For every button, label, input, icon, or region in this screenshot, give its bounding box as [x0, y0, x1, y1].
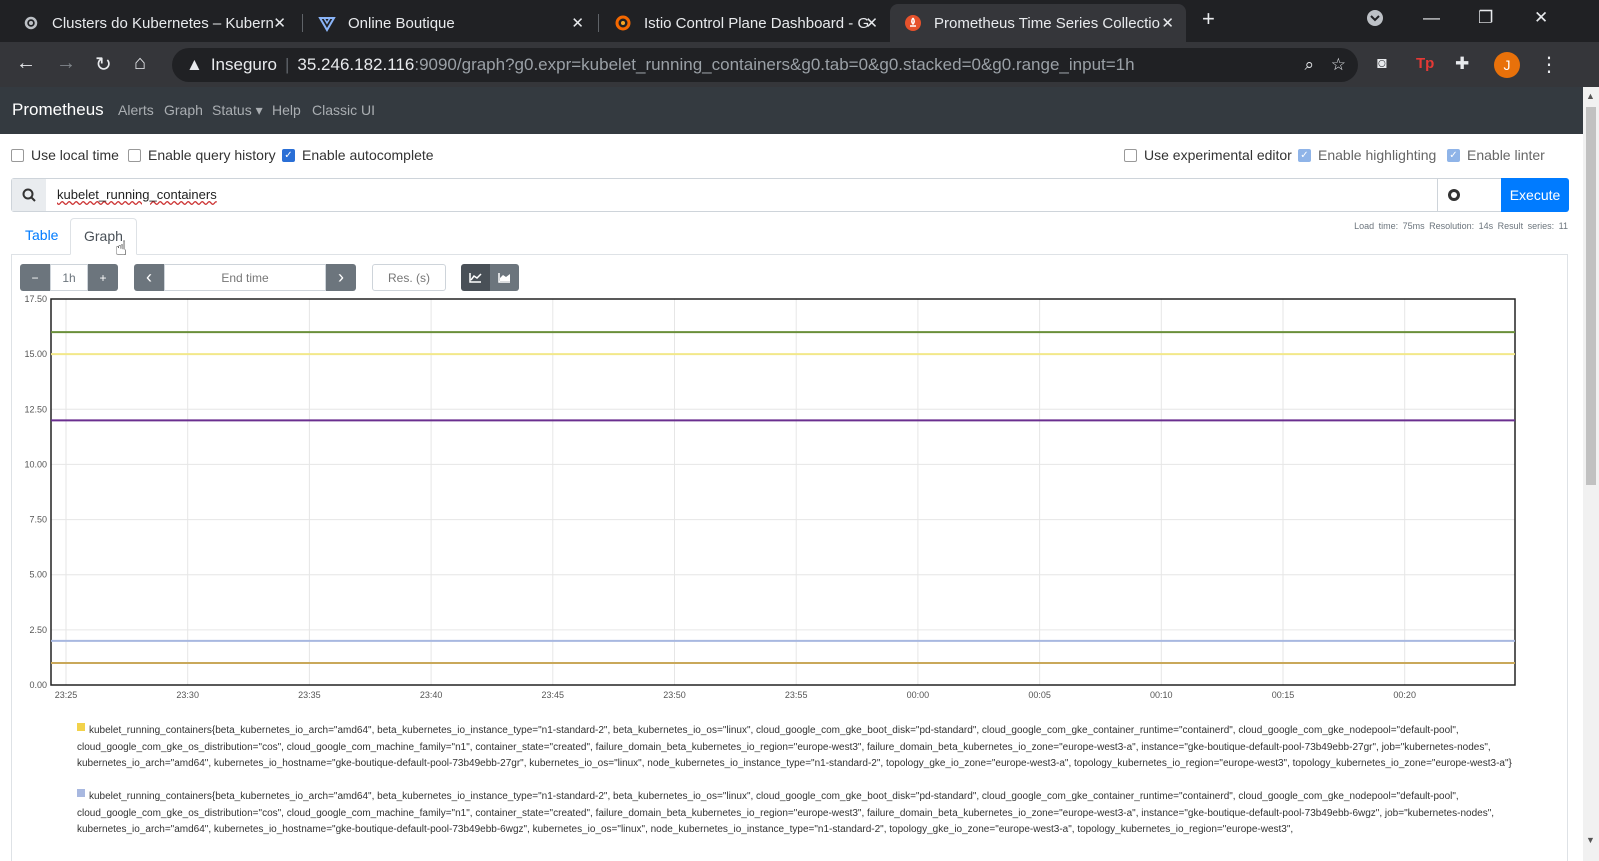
- plot-area: [50, 298, 1516, 686]
- x-tick-label: 00:15: [1272, 690, 1295, 700]
- x-tick-label: 23:45: [542, 690, 565, 700]
- extension-tp-icon[interactable]: Tp: [1416, 55, 1434, 72]
- new-tab-icon[interactable]: +: [1202, 6, 1215, 32]
- search-icon: [12, 179, 46, 211]
- restore-icon[interactable]: ❐: [1478, 8, 1493, 28]
- star-icon[interactable]: ☆: [1331, 55, 1346, 75]
- use-local-time-checkbox[interactable]: Use local time: [11, 147, 119, 163]
- stacked-chart-button[interactable]: [490, 264, 519, 291]
- expression-input[interactable]: kubelet_running_containers: [57, 187, 217, 202]
- home-icon[interactable]: ⌂: [134, 52, 146, 75]
- scrollbar-thumb[interactable]: [1586, 107, 1596, 485]
- window-close-icon[interactable]: ✕: [1534, 8, 1548, 28]
- x-tick-label: 00:00: [907, 690, 930, 700]
- close-icon[interactable]: ✕: [571, 14, 584, 32]
- metrics-explorer-icon[interactable]: [1437, 179, 1469, 211]
- tab-title: Online Boutique: [348, 14, 455, 32]
- boutique-logo-icon: [318, 14, 336, 32]
- tab-title: Istio Control Plane Dashboard - G: [644, 14, 870, 32]
- browser-tab-online-boutique[interactable]: Online Boutique ✕: [304, 4, 596, 42]
- tab-search-icon[interactable]: [1366, 9, 1384, 32]
- reload-icon[interactable]: ↻: [95, 52, 112, 77]
- page-scrollbar[interactable]: ▲ ▼: [1583, 87, 1599, 861]
- x-tick-label: 23:55: [785, 690, 808, 700]
- autocomplete-checkbox[interactable]: ✓ Enable autocomplete: [282, 147, 434, 163]
- close-icon[interactable]: ✕: [1161, 14, 1174, 32]
- brand-link[interactable]: Prometheus: [12, 100, 104, 120]
- address-bar: ← → ↻ ⌂ ▲ Inseguro | 35.246.182.116 :909…: [0, 42, 1599, 87]
- tab-table[interactable]: Table: [25, 227, 58, 243]
- x-tick-label: 23:50: [663, 690, 686, 700]
- y-tick-label: 15.00: [24, 349, 47, 359]
- y-tick-label: 7.50: [29, 515, 47, 525]
- x-tick-label: 23:40: [420, 690, 443, 700]
- panel-tabs: Table Graph: [11, 218, 1568, 255]
- warning-icon: ▲: [186, 55, 203, 74]
- insecure-label: Inseguro: [210, 55, 277, 74]
- legend-item[interactable]: kubelet_running_containers{beta_kubernet…: [77, 723, 1527, 773]
- area-chart-icon: [498, 273, 510, 283]
- time-series-chart[interactable]: 0.00 2.50 5.00 7.50 10.00 12.50 15.00 17.50 23:2…: [0, 295, 1540, 707]
- range-input[interactable]: 1h: [50, 264, 88, 291]
- close-icon[interactable]: ✕: [865, 14, 878, 32]
- linter-checkbox[interactable]: ✓ Enable linter: [1447, 147, 1545, 163]
- y-tick-label: 12.50: [24, 404, 47, 414]
- tab-title: Prometheus Time Series Collectio: [934, 14, 1160, 32]
- zoom-icon[interactable]: ⌕: [1304, 55, 1314, 75]
- line-chart-icon: [469, 273, 482, 283]
- decrease-range-button[interactable]: −: [20, 264, 50, 291]
- nav-classic-ui[interactable]: Classic UI: [312, 102, 375, 118]
- prometheus-icon: [904, 14, 922, 32]
- prometheus-navbar: Prometheus Alerts Graph Status ▾ Help Cl…: [0, 87, 1583, 134]
- legend-swatch: [77, 723, 85, 731]
- url-field[interactable]: ▲ Inseguro | 35.246.182.116 :9090/graph?…: [172, 48, 1358, 82]
- increase-range-button[interactable]: +: [88, 264, 118, 291]
- resolution-input[interactable]: Res. (s): [372, 264, 446, 291]
- avatar[interactable]: J: [1494, 52, 1520, 78]
- next-time-button[interactable]: ›: [326, 264, 356, 291]
- nav-alerts[interactable]: Alerts: [118, 102, 154, 118]
- x-tick-label: 23:30: [176, 690, 199, 700]
- x-tick-label: 00:05: [1028, 690, 1051, 700]
- nav-help[interactable]: Help: [272, 102, 301, 118]
- browser-tab-istio[interactable]: Istio Control Plane Dashboard - G ✕: [600, 4, 890, 42]
- y-tick-label: 2.50: [29, 625, 47, 635]
- highlighting-checkbox[interactable]: ✓ Enable highlighting: [1298, 147, 1436, 163]
- extensions-icon[interactable]: ✚: [1455, 54, 1469, 74]
- end-time-input[interactable]: End time: [164, 264, 326, 291]
- x-tick-label: 23:35: [298, 690, 321, 700]
- x-tick-label: 00:10: [1150, 690, 1173, 700]
- url-host: 35.246.182.116: [297, 55, 415, 74]
- browser-tab-kubernetes[interactable]: Clusters do Kubernetes – Kubern ✕: [8, 4, 298, 42]
- menu-kebab-icon[interactable]: ⋮: [1539, 52, 1559, 77]
- extension-glasses-icon[interactable]: ◙: [1377, 55, 1387, 73]
- x-tick-label: 00:20: [1393, 690, 1416, 700]
- prev-time-button[interactable]: ‹: [134, 264, 164, 291]
- forward-icon[interactable]: →: [56, 52, 76, 75]
- y-tick-label: 10.00: [24, 459, 47, 469]
- expression-input-group: kubelet_running_containers Execute: [11, 178, 1569, 212]
- experimental-editor-checkbox[interactable]: Use experimental editor: [1124, 147, 1292, 163]
- legend-swatch: [77, 789, 85, 797]
- legend-item[interactable]: kubelet_running_containers{beta_kubernet…: [77, 789, 1527, 839]
- browser-tab-prometheus[interactable]: Prometheus Time Series Collectio ✕: [890, 4, 1186, 42]
- nav-status[interactable]: Status ▾: [212, 102, 263, 119]
- y-tick-label: 5.00: [29, 570, 47, 580]
- execute-button[interactable]: Execute: [1501, 178, 1569, 212]
- gear-icon: [22, 14, 40, 32]
- query-history-checkbox[interactable]: Enable query history: [128, 147, 276, 163]
- y-tick-label: 0.00: [29, 680, 47, 690]
- nav-graph[interactable]: Graph: [164, 102, 203, 118]
- browser-tab-strip: Clusters do Kubernetes – Kubern ✕ Online…: [0, 0, 1599, 42]
- url-path: :9090/graph?g0.expr=kubelet_running_cont…: [414, 55, 1135, 74]
- close-icon[interactable]: ✕: [273, 14, 286, 32]
- y-tick-label: 17.50: [24, 295, 47, 304]
- back-icon[interactable]: ←: [16, 52, 36, 75]
- grafana-icon: [614, 14, 632, 32]
- line-chart-button[interactable]: [461, 264, 490, 291]
- tab-title: Clusters do Kubernetes – Kubern: [52, 14, 274, 32]
- x-tick-label: 23:25: [55, 690, 78, 700]
- minimize-icon[interactable]: —: [1423, 8, 1440, 28]
